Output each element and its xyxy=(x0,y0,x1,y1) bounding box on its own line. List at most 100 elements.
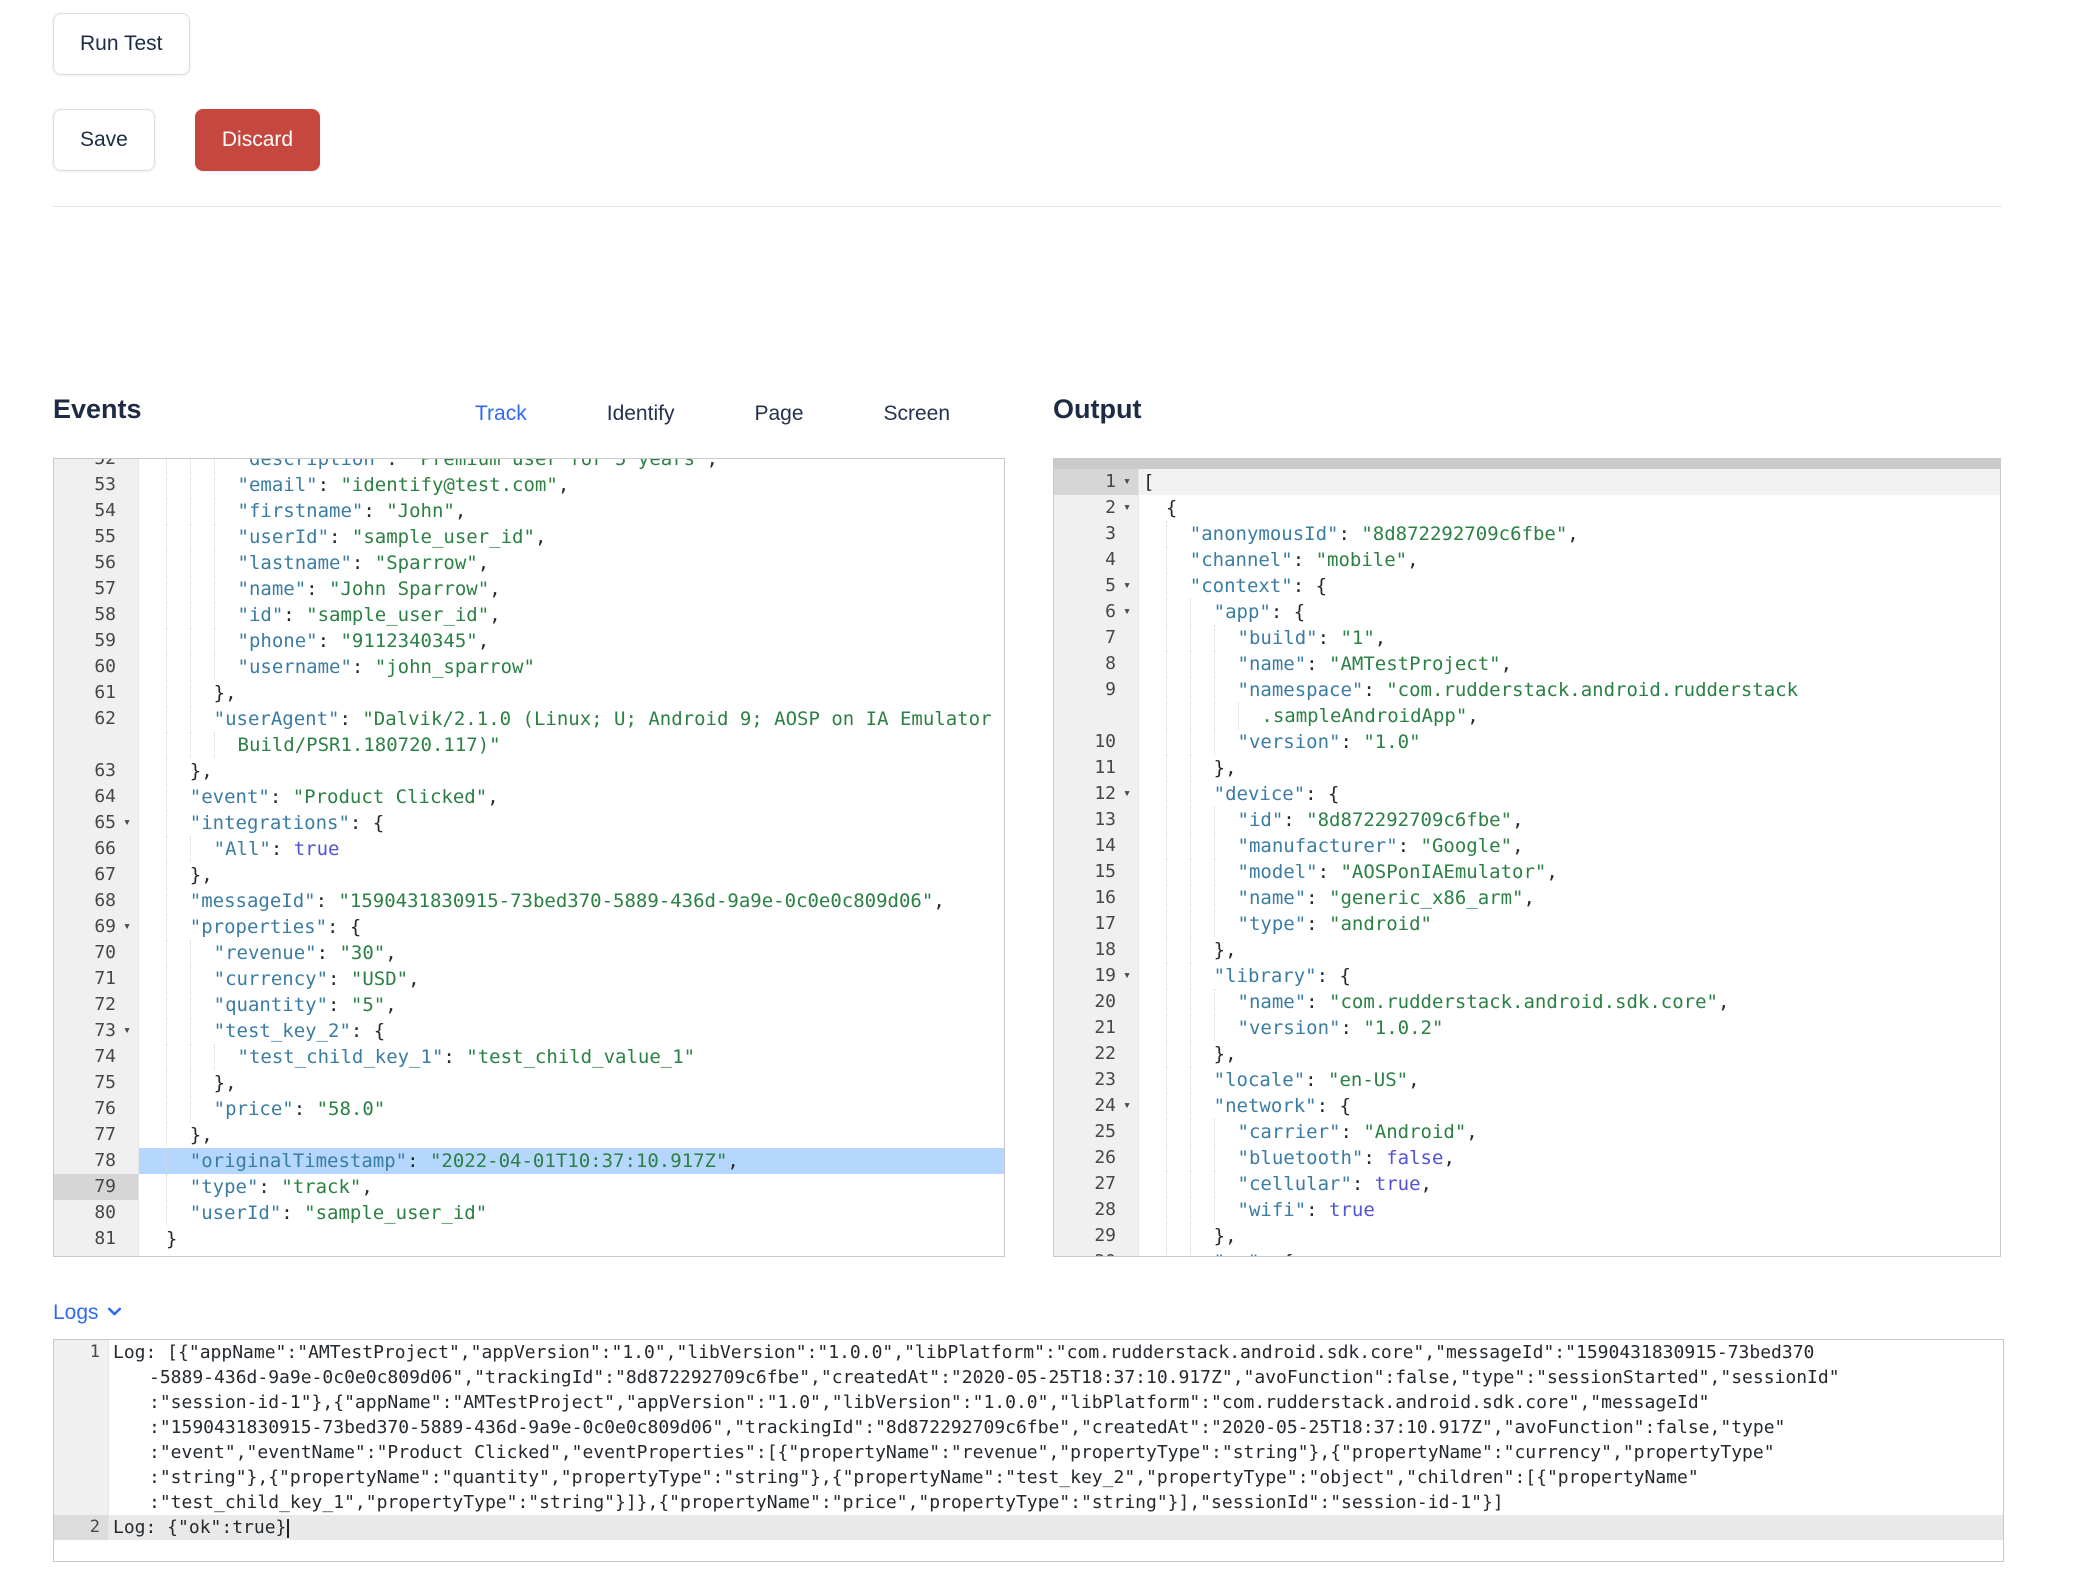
line-number[interactable]: 25 xyxy=(1054,1119,1139,1145)
line-number[interactable]: 75 xyxy=(54,1070,139,1096)
logs-output-console[interactable]: 1Log: [{"appName":"AMTestProject","appVe… xyxy=(53,1339,2004,1562)
line-number[interactable]: 59 xyxy=(54,628,139,654)
line-number[interactable]: 22 xyxy=(1054,1041,1139,1067)
line-number[interactable]: 54 xyxy=(54,498,139,524)
line-number[interactable]: 4 xyxy=(1054,547,1139,573)
line-number[interactable]: 15 xyxy=(1054,859,1139,885)
fold-arrow-icon[interactable]: ▾ xyxy=(1116,469,1138,495)
line-number[interactable]: 20 xyxy=(1054,989,1139,1015)
line-number[interactable]: 10 xyxy=(1054,729,1139,755)
line-number[interactable] xyxy=(54,732,139,758)
fold-arrow-icon[interactable]: ▾ xyxy=(116,914,138,940)
indent-guide xyxy=(214,654,238,680)
line-number[interactable]: 26 xyxy=(1054,1145,1139,1171)
line-number[interactable]: 81 xyxy=(54,1226,139,1252)
line-number[interactable]: 69▾ xyxy=(54,914,139,940)
line-number[interactable]: 65▾ xyxy=(54,810,139,836)
line-number[interactable]: 1 xyxy=(54,1340,109,1365)
line-number[interactable]: 24▾ xyxy=(1054,1093,1139,1119)
line-number[interactable]: 14 xyxy=(1054,833,1139,859)
line-number[interactable]: 13 xyxy=(1054,807,1139,833)
line-number[interactable]: 67 xyxy=(54,862,139,888)
fold-arrow-icon[interactable]: ▾ xyxy=(1116,781,1138,807)
tab-track[interactable]: Track xyxy=(475,402,527,426)
line-number[interactable]: 12▾ xyxy=(1054,781,1139,807)
line-number[interactable]: 62 xyxy=(54,706,139,732)
line-number[interactable]: 79 xyxy=(54,1174,139,1200)
line-number[interactable] xyxy=(54,1390,109,1415)
line-number[interactable]: 71 xyxy=(54,966,139,992)
tab-page[interactable]: Page xyxy=(754,402,803,426)
line-number[interactable] xyxy=(54,1440,109,1465)
line-number[interactable]: 3 xyxy=(1054,521,1139,547)
fold-arrow-icon[interactable]: ▾ xyxy=(1116,963,1138,989)
line-number[interactable]: 56 xyxy=(54,550,139,576)
line-number[interactable]: 76 xyxy=(54,1096,139,1122)
line-number[interactable] xyxy=(1054,703,1139,729)
line-number[interactable]: 68 xyxy=(54,888,139,914)
code-line-text: }, xyxy=(139,1122,1004,1148)
line-number[interactable]: 21 xyxy=(1054,1015,1139,1041)
fold-arrow-icon[interactable]: ▾ xyxy=(1116,599,1138,625)
output-editor-top-scrollbar[interactable] xyxy=(1054,459,2000,469)
line-number[interactable]: 1▾ xyxy=(1054,469,1139,495)
line-number[interactable]: 82 xyxy=(54,1252,139,1257)
line-number[interactable]: 5▾ xyxy=(1054,573,1139,599)
line-number[interactable]: 70 xyxy=(54,940,139,966)
line-number[interactable]: 73▾ xyxy=(54,1018,139,1044)
fold-arrow-icon[interactable]: ▾ xyxy=(116,1018,138,1044)
save-button[interactable]: Save xyxy=(53,109,155,171)
fold-arrow-icon[interactable]: ▾ xyxy=(1116,1249,1138,1257)
run-test-button[interactable]: Run Test xyxy=(53,13,190,75)
line-number[interactable]: 63 xyxy=(54,758,139,784)
fold-arrow-icon[interactable]: ▾ xyxy=(1116,573,1138,599)
line-number[interactable]: 19▾ xyxy=(1054,963,1139,989)
line-number[interactable]: 9 xyxy=(1054,677,1139,703)
line-number[interactable]: 27 xyxy=(1054,1171,1139,1197)
line-number[interactable] xyxy=(54,1365,109,1390)
line-number[interactable]: 74 xyxy=(54,1044,139,1070)
events-code-editor[interactable]: 52"description": "Premium user for 5 yea… xyxy=(53,458,1005,1257)
line-number[interactable]: 57 xyxy=(54,576,139,602)
line-number[interactable]: 17 xyxy=(1054,911,1139,937)
line-number[interactable]: 78 xyxy=(54,1148,139,1174)
indent-guide xyxy=(190,1018,214,1044)
line-number[interactable]: 60 xyxy=(54,654,139,680)
line-number[interactable]: 58 xyxy=(54,602,139,628)
logs-section-toggle[interactable]: Logs xyxy=(53,1300,123,1326)
line-number[interactable]: 8 xyxy=(1054,651,1139,677)
tab-identify[interactable]: Identify xyxy=(607,402,675,426)
line-number[interactable]: 11 xyxy=(1054,755,1139,781)
line-number[interactable]: 77 xyxy=(54,1122,139,1148)
line-number[interactable]: 72 xyxy=(54,992,139,1018)
line-number[interactable]: 66 xyxy=(54,836,139,862)
line-number[interactable]: 23 xyxy=(1054,1067,1139,1093)
line-number[interactable]: 28 xyxy=(1054,1197,1139,1223)
fold-arrow-icon[interactable]: ▾ xyxy=(1116,495,1138,521)
line-number[interactable] xyxy=(54,1490,109,1515)
line-number[interactable] xyxy=(54,1465,109,1490)
line-number[interactable]: 16 xyxy=(1054,885,1139,911)
fold-arrow-icon[interactable]: ▾ xyxy=(1116,1093,1138,1119)
discard-button[interactable]: Discard xyxy=(195,109,320,171)
line-number[interactable]: 55 xyxy=(54,524,139,550)
line-number[interactable]: 2▾ xyxy=(1054,495,1139,521)
line-number[interactable]: 7 xyxy=(1054,625,1139,651)
line-number[interactable]: 80 xyxy=(54,1200,139,1226)
tab-screen[interactable]: Screen xyxy=(884,402,951,426)
line-number[interactable] xyxy=(54,1415,109,1440)
fold-arrow-icon[interactable]: ▾ xyxy=(116,810,138,836)
code-line: 19▾"library": { xyxy=(1054,963,2000,989)
line-number[interactable]: 30▾ xyxy=(1054,1249,1139,1257)
line-number[interactable]: 64 xyxy=(54,784,139,810)
line-number[interactable]: 29 xyxy=(1054,1223,1139,1249)
line-number[interactable]: 61 xyxy=(54,680,139,706)
line-number[interactable]: 53 xyxy=(54,472,139,498)
output-code-editor[interactable]: 1▾[2▾{3"anonymousId": "8d872292709c6fbe"… xyxy=(1053,458,2001,1257)
indent-guide xyxy=(166,888,190,914)
line-number[interactable]: 18 xyxy=(1054,937,1139,963)
line-number[interactable]: 52 xyxy=(54,458,139,472)
line-number[interactable]: 6▾ xyxy=(1054,599,1139,625)
line-number[interactable]: 2 xyxy=(54,1515,109,1540)
indent-guide xyxy=(166,1018,190,1044)
